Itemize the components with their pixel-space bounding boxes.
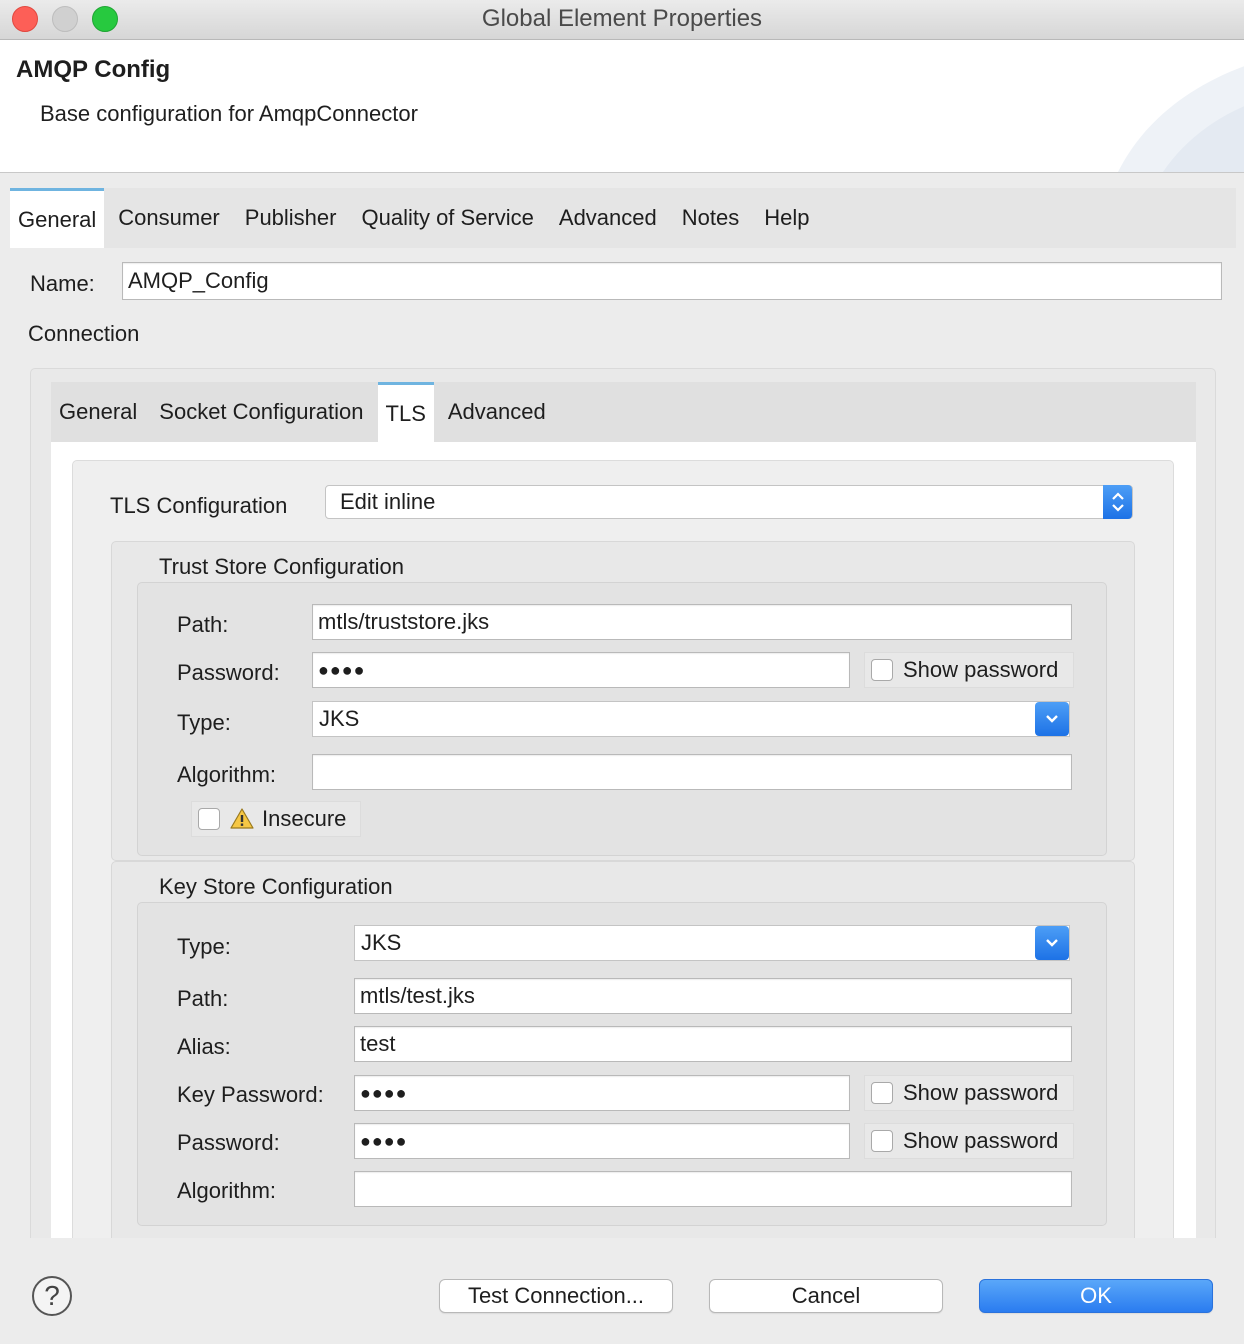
- title-bar: Global Element Properties: [0, 0, 1244, 40]
- help-icon[interactable]: ?: [32, 1276, 72, 1316]
- insecure-checkbox[interactable]: Insecure: [191, 801, 361, 837]
- key-algorithm-field[interactable]: [354, 1171, 1072, 1207]
- keystore-show-password-label: Show password: [903, 1128, 1059, 1153]
- trust-password-label: Password:: [177, 660, 280, 685]
- key-show-password-checkbox[interactable]: Show password: [864, 1075, 1074, 1111]
- trust-path-field[interactable]: mtls/truststore.jks: [312, 604, 1072, 640]
- tab-consumer[interactable]: Consumer: [110, 188, 227, 248]
- warning-icon: [230, 808, 254, 829]
- trust-path-label: Path:: [177, 612, 229, 637]
- test-connection-button[interactable]: Test Connection...: [439, 1279, 673, 1313]
- header-title: AMQP Config: [16, 56, 171, 83]
- trust-type-value: JKS: [319, 706, 360, 731]
- general-tab-content: Name: AMQP_Config Connection General Soc…: [10, 248, 1237, 1238]
- conn-tab-advanced[interactable]: Advanced: [440, 382, 554, 442]
- trust-store-group: Trust Store Configuration Path: mtls/tru…: [111, 541, 1135, 861]
- key-alias-field[interactable]: test: [354, 1026, 1072, 1062]
- key-path-field[interactable]: mtls/test.jks: [354, 978, 1072, 1014]
- key-password-label: Key Password:: [177, 1082, 324, 1107]
- trust-show-password-box[interactable]: [871, 659, 893, 681]
- key-algorithm-label: Algorithm:: [177, 1178, 277, 1203]
- connection-label: Connection: [28, 321, 140, 346]
- insecure-label: Insecure: [262, 806, 347, 831]
- header-decoration: [1118, 66, 1244, 172]
- dialog-header: AMQP Config Base configuration for AmqpC…: [0, 40, 1244, 173]
- keystore-password-label: Password:: [177, 1130, 280, 1155]
- trust-password-field[interactable]: ●●●●: [312, 652, 850, 688]
- connection-tab-bar: General Socket Configuration TLS Advance…: [51, 382, 1196, 442]
- trust-algorithm-label: Algorithm:: [177, 762, 277, 787]
- trust-store-title: Trust Store Configuration: [159, 554, 404, 579]
- header-description: Base configuration for AmqpConnector: [40, 101, 418, 126]
- key-alias-label: Alias:: [177, 1034, 231, 1059]
- tls-tab-content: TLS Configuration Edit inline Trust Stor…: [51, 442, 1196, 1238]
- chevron-updown-icon[interactable]: [1103, 485, 1132, 519]
- connection-box: General Socket Configuration TLS Advance…: [30, 368, 1216, 1238]
- key-store-title: Key Store Configuration: [159, 874, 393, 899]
- tab-publisher[interactable]: Publisher: [237, 188, 345, 248]
- conn-tab-general[interactable]: General: [51, 382, 145, 442]
- tls-configuration-value: Edit inline: [340, 489, 436, 514]
- name-field[interactable]: AMQP_Config: [122, 262, 1222, 300]
- key-path-label: Path:: [177, 986, 229, 1011]
- ok-button[interactable]: OK: [979, 1279, 1213, 1313]
- key-show-password-box[interactable]: [871, 1082, 893, 1104]
- key-store-group: Key Store Configuration Type: JKS Path: …: [111, 861, 1135, 1238]
- keystore-password-field[interactable]: ●●●●: [354, 1123, 850, 1159]
- cancel-button[interactable]: Cancel: [709, 1279, 943, 1313]
- key-type-select[interactable]: JKS: [354, 925, 1070, 961]
- insecure-box[interactable]: [198, 808, 220, 830]
- trust-type-label: Type:: [177, 710, 231, 735]
- trust-type-select[interactable]: JKS: [312, 701, 1070, 737]
- tab-notes[interactable]: Notes: [674, 188, 747, 248]
- main-panel: General Consumer Publisher Quality of Se…: [10, 186, 1237, 1238]
- trust-store-fields: Path: mtls/truststore.jks Password: ●●●●…: [137, 582, 1107, 856]
- tab-advanced[interactable]: Advanced: [551, 188, 665, 248]
- conn-tab-socket-configuration[interactable]: Socket Configuration: [151, 382, 371, 442]
- tls-configuration-select[interactable]: Edit inline: [325, 485, 1133, 519]
- outer-tab-bar: General Consumer Publisher Quality of Se…: [10, 188, 1236, 248]
- trust-show-password-checkbox[interactable]: Show password: [864, 652, 1074, 688]
- tab-general[interactable]: General: [10, 188, 105, 248]
- chevron-down-icon[interactable]: [1035, 702, 1069, 736]
- conn-tab-tls[interactable]: TLS: [377, 382, 434, 442]
- tls-panel: TLS Configuration Edit inline Trust Stor…: [72, 460, 1174, 1238]
- trust-show-password-label: Show password: [903, 657, 1059, 682]
- key-store-fields: Type: JKS Path: mtls/test.jks Alias: tes…: [137, 902, 1107, 1226]
- window-title: Global Element Properties: [481, 5, 763, 32]
- key-type-label: Type:: [177, 934, 231, 959]
- keystore-show-password-checkbox[interactable]: Show password: [864, 1123, 1074, 1159]
- key-type-value: JKS: [361, 930, 402, 955]
- key-password-field[interactable]: ●●●●: [354, 1075, 850, 1111]
- tab-help[interactable]: Help: [756, 188, 817, 248]
- trust-algorithm-field[interactable]: [312, 754, 1072, 790]
- tab-quality-of-service[interactable]: Quality of Service: [353, 188, 541, 248]
- key-show-password-label: Show password: [903, 1080, 1059, 1105]
- keystore-show-password-box[interactable]: [871, 1130, 893, 1152]
- chevron-down-icon[interactable]: [1035, 926, 1069, 960]
- tls-configuration-label: TLS Configuration: [110, 493, 288, 518]
- name-label: Name:: [30, 271, 95, 296]
